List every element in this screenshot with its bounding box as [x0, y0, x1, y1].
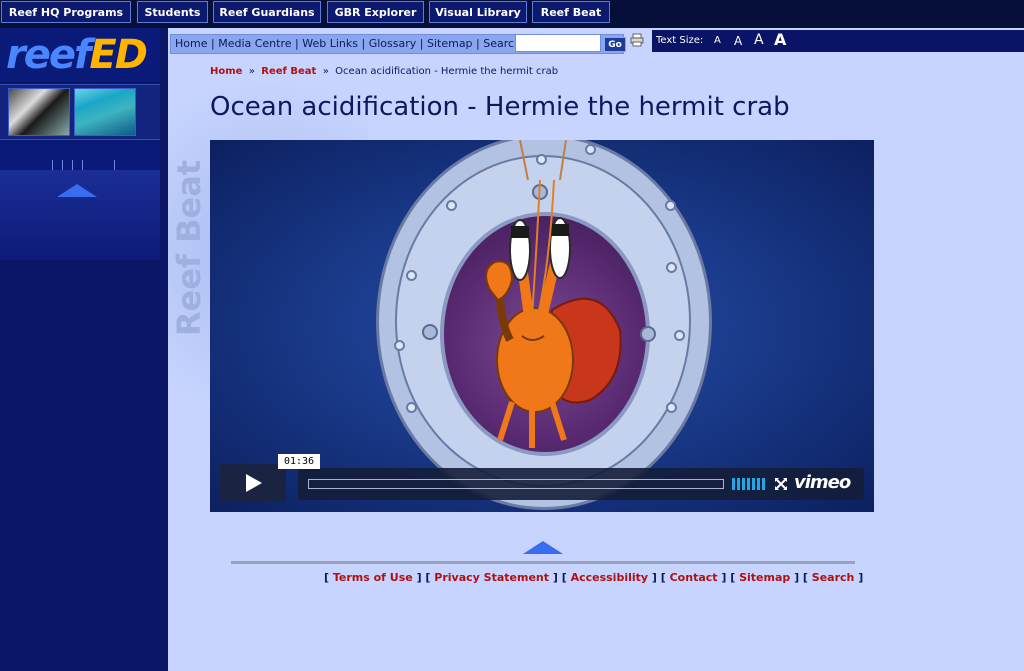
watermark-text: Reef Beat — [170, 159, 208, 336]
footer-link-privacy-statement[interactable]: Privacy Statement — [434, 571, 549, 584]
toolbar-link-media-centre[interactable]: Media Centre — [218, 37, 291, 50]
footer-link-contact[interactable]: Contact — [670, 571, 718, 584]
breadcrumb: Home » Reef Beat » Ocean acidification -… — [210, 66, 558, 77]
toolbar-link-web-links[interactable]: Web Links — [302, 37, 358, 50]
video-player[interactable]: 01:36 vimeo — [210, 140, 874, 512]
print-icon[interactable] — [630, 33, 644, 47]
volume-bar — [742, 478, 745, 490]
nav-tab-reef-hq-programs[interactable]: Reef HQ Programs — [1, 1, 131, 23]
breadcrumb-separator: » — [322, 66, 329, 77]
volume-bar — [732, 478, 735, 490]
footer-link-terms-of-use[interactable]: Terms of Use — [333, 571, 413, 584]
play-button[interactable] — [220, 464, 286, 502]
text-size-label: Text Size: — [656, 35, 704, 46]
nav-tab-visual-library[interactable]: Visual Library — [429, 1, 527, 23]
breadcrumb-separator: » — [248, 66, 255, 77]
sidebar-water-graphic — [0, 170, 160, 260]
toolbar-link-sitemap[interactable]: Sitemap — [427, 37, 473, 50]
logo-part-reef: reef — [6, 32, 91, 78]
volume-control[interactable] — [732, 478, 770, 490]
fish-thumbnail[interactable] — [8, 88, 70, 136]
fullscreen-icon[interactable] — [774, 477, 788, 491]
text-size-bar: Text Size: A A A A — [652, 30, 1024, 52]
breadcrumb-home[interactable]: Home — [210, 66, 242, 77]
toolbar-separator: | — [419, 37, 424, 50]
footer-link-search[interactable]: Search — [812, 571, 855, 584]
footer-link-sitemap[interactable]: Sitemap — [739, 571, 790, 584]
breadcrumb-current: Ocean acidification - Hermie the hermit … — [335, 66, 559, 77]
toolbar-separator: | — [361, 37, 366, 50]
porthole-rivet — [666, 262, 677, 273]
left-sidebar: reefED — [0, 28, 168, 671]
main-content: Reef Beat Home | Media Centre | Web Link… — [168, 28, 1024, 671]
progress-bar[interactable] — [308, 479, 724, 489]
sidebar-ruler — [0, 140, 160, 171]
top-nav: Reef HQ Programs Students Reef Guardians… — [0, 0, 1024, 28]
toolbar-separator: | — [210, 37, 215, 50]
time-tooltip: 01:36 — [278, 454, 320, 469]
volume-bar — [752, 478, 755, 490]
porthole-rivet — [665, 200, 676, 211]
hermit-crab-illustration — [485, 140, 622, 448]
nav-tab-reef-guardians[interactable]: Reef Guardians — [213, 1, 321, 23]
nav-tab-students[interactable]: Students — [137, 1, 208, 23]
porthole-rivet — [674, 330, 685, 341]
nav-tab-gbr-explorer[interactable]: GBR Explorer — [327, 1, 424, 23]
search-input[interactable] — [515, 34, 601, 52]
footer-divider — [231, 561, 855, 564]
ruler-tick — [52, 160, 53, 170]
porthole-rivet — [406, 270, 417, 281]
volume-bar — [757, 478, 760, 490]
reef-thumbnail[interactable] — [74, 88, 136, 136]
search-go-button[interactable]: Go — [604, 37, 626, 52]
play-icon — [246, 474, 262, 492]
logo-area: reefED — [0, 28, 160, 82]
page-title: Ocean acidification - Hermie the hermit … — [210, 92, 790, 122]
back-to-top-arrow-icon[interactable] — [523, 541, 563, 554]
toolbar-separator: | — [295, 37, 299, 50]
text-size-medium[interactable]: A — [734, 34, 742, 48]
ruler-tick — [114, 160, 115, 170]
text-size-large[interactable]: A — [754, 32, 764, 48]
porthole-rivet — [666, 402, 677, 413]
ruler-tick — [62, 160, 63, 170]
vimeo-logo[interactable]: vimeo — [794, 472, 851, 493]
volume-bar — [737, 478, 740, 490]
footer-links: [ Terms of Use ] [ Privacy Statement ] [… — [324, 571, 864, 584]
text-size-xlarge[interactable]: A — [774, 30, 786, 49]
toolbar-separator: | — [476, 37, 480, 50]
porthole-rivet — [406, 402, 417, 413]
sidebar-up-arrow-icon[interactable] — [57, 184, 97, 197]
breadcrumb-reef-beat[interactable]: Reef Beat — [261, 66, 316, 77]
toolbar-link-home[interactable]: Home — [175, 37, 207, 50]
volume-bar — [762, 478, 765, 490]
porthole-rivet — [394, 340, 405, 351]
video-controls: 01:36 vimeo — [220, 454, 864, 502]
reefed-logo[interactable]: reefED — [6, 32, 148, 78]
text-size-small[interactable]: A — [714, 35, 721, 46]
ruler-tick — [72, 160, 73, 170]
toolbar-link-glossary[interactable]: Glossary — [369, 37, 417, 50]
volume-bar — [747, 478, 750, 490]
sidebar-thumbnails — [0, 84, 160, 140]
footer-link-accessibility[interactable]: Accessibility — [571, 571, 649, 584]
logo-part-ed: ED — [89, 32, 148, 78]
progress-area: 01:36 vimeo — [278, 454, 864, 500]
ruler-tick — [82, 160, 83, 170]
porthole-screw — [640, 326, 656, 342]
porthole-screw — [422, 324, 438, 340]
nav-tab-reef-beat[interactable]: Reef Beat — [532, 1, 610, 23]
